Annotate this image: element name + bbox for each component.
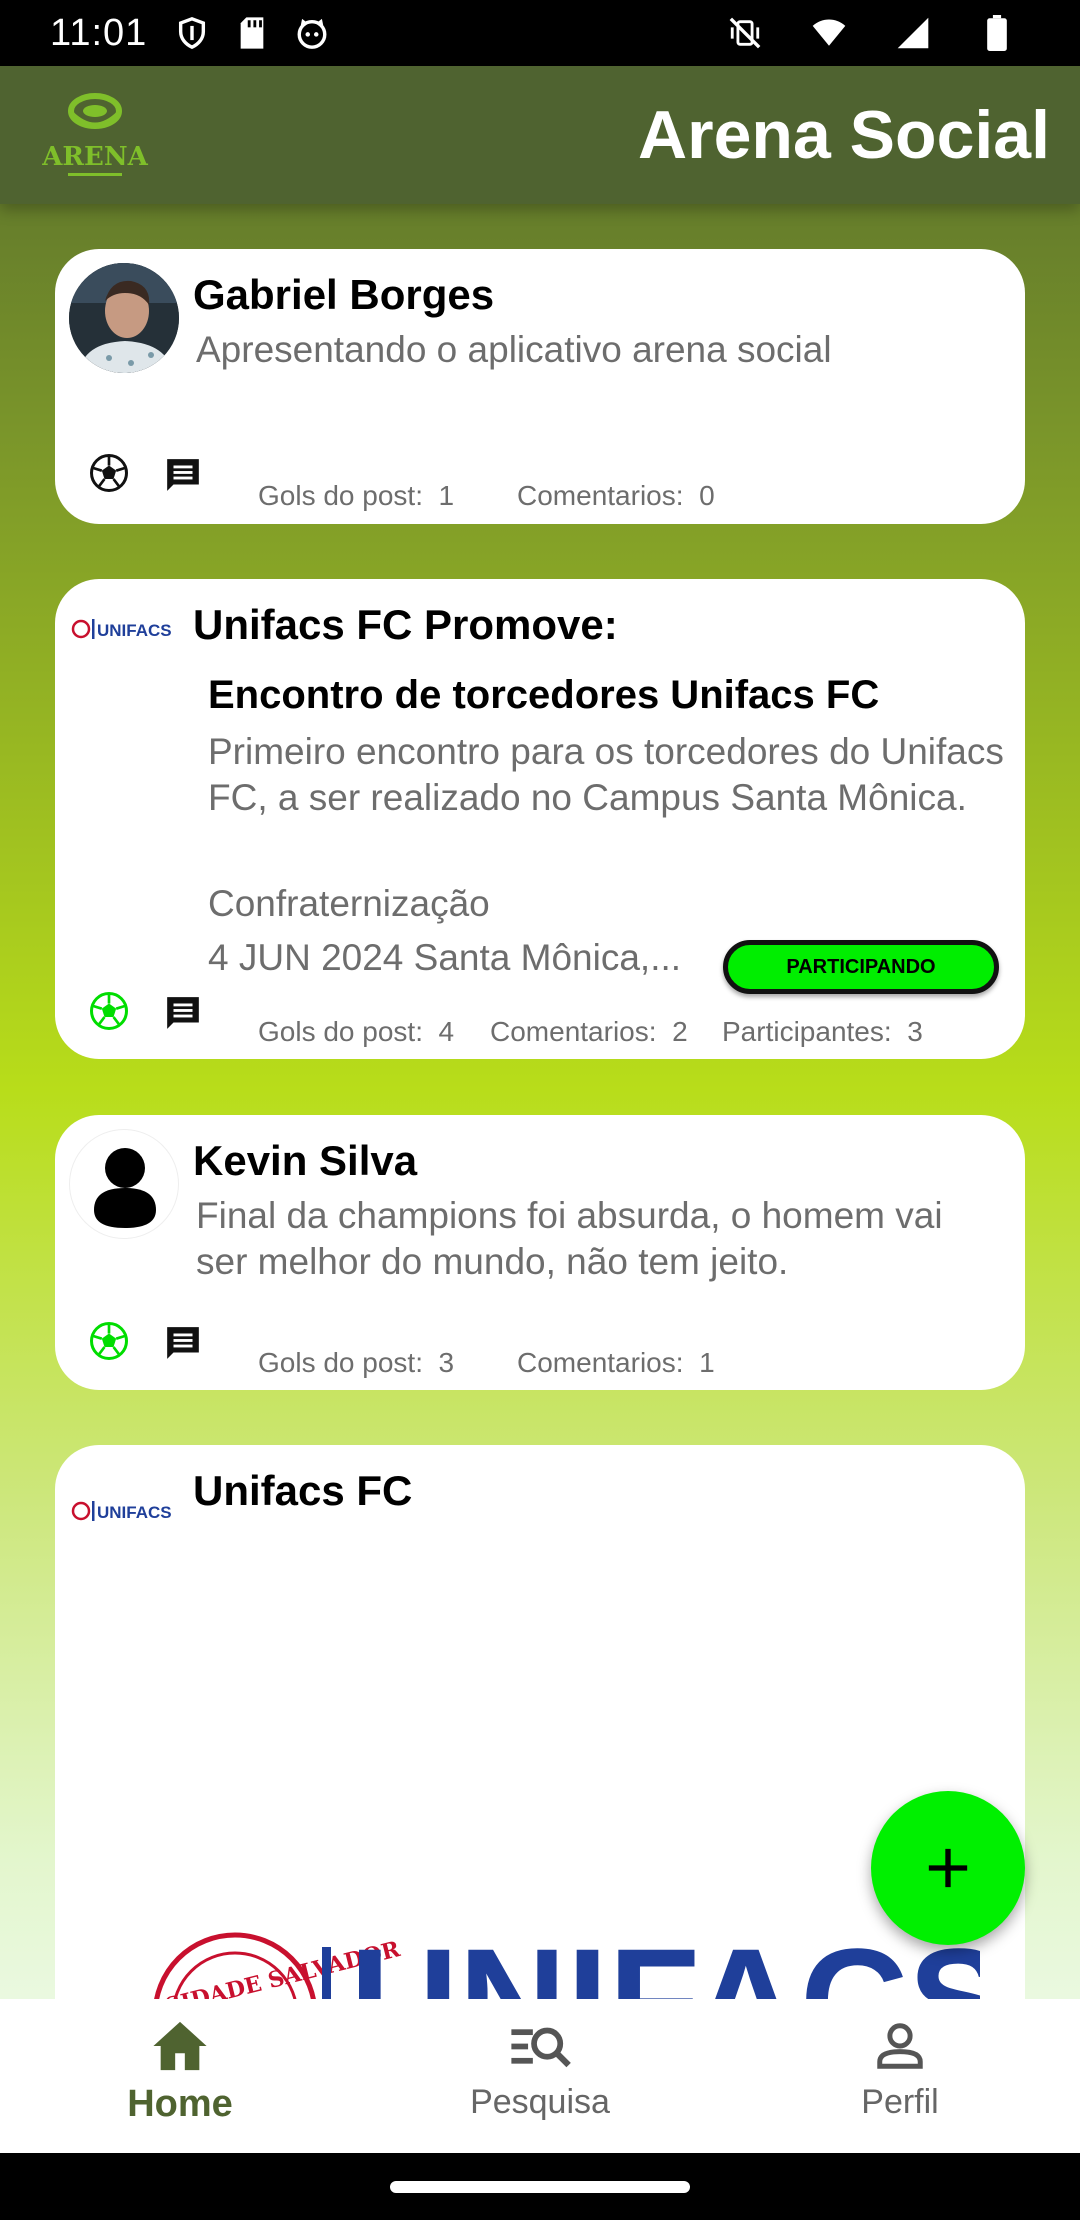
svg-text:ARENA: ARENA xyxy=(41,142,148,172)
comment-icon[interactable] xyxy=(161,991,205,1035)
goals-stat: Gols do post: 3 xyxy=(258,1347,455,1378)
battery-icon xyxy=(980,15,1014,51)
image-post-card[interactable]: UNIFACS Unifacs FC UNIVERSIDADE SALVADOR… xyxy=(55,1445,1025,2065)
soccer-ball-icon[interactable] xyxy=(87,451,131,495)
event-promoter[interactable]: Unifacs FC Promove: xyxy=(193,601,618,649)
comments-stat: Comentarios: 2 xyxy=(490,1016,688,1047)
unifacs-logo: UNIFACS xyxy=(71,1501,172,1522)
nav-label: Home xyxy=(127,2083,233,2125)
search-list-icon xyxy=(511,2027,571,2068)
nav-label: Perfil xyxy=(861,2083,939,2121)
bottom-nav: Home Pesquisa Perfil xyxy=(0,1999,1080,2153)
participate-button[interactable]: PARTICIPANDO xyxy=(723,940,999,994)
nav-label: Pesquisa xyxy=(470,2083,610,2121)
event-location: Santa Mônica,... xyxy=(413,937,682,978)
avatar[interactable] xyxy=(69,263,179,373)
status-time: 11:01 xyxy=(50,11,148,54)
post-text: Apresentando o aplicativo arena social xyxy=(196,329,832,370)
person-icon xyxy=(877,2023,923,2069)
comment-icon[interactable] xyxy=(161,453,205,497)
goals-stat: Gols do post: 4 xyxy=(258,1016,455,1047)
nav-item-home[interactable]: Home xyxy=(0,1999,360,2153)
app-bar: ARENA Arena Social xyxy=(0,66,1080,204)
post-text: Final da champions foi absurda, o homem … xyxy=(196,1195,943,1282)
post-author[interactable]: Gabriel Borges xyxy=(193,271,494,319)
post-author[interactable]: Unifacs FC xyxy=(193,1467,412,1515)
participants-stat: Participantes: 3 xyxy=(722,1016,923,1047)
event-date-location: 4 JUN 2024 Santa Mônica,... xyxy=(208,937,681,979)
home-icon xyxy=(153,2021,207,2071)
event-category: Confraternização xyxy=(208,883,490,924)
nav-item-perfil[interactable]: Perfil xyxy=(720,1999,1080,2153)
home-gesture-handle[interactable] xyxy=(390,2181,690,2193)
goals-stat: Gols do post: 1 xyxy=(258,480,455,511)
post-author[interactable]: Kevin Silva xyxy=(193,1137,417,1185)
post-card[interactable]: Kevin Silva Final da champions foi absur… xyxy=(55,1115,1025,1390)
vibrate-off-icon xyxy=(728,16,762,50)
comment-icon[interactable] xyxy=(161,1321,205,1365)
event-date: 4 JUN 2024 xyxy=(208,937,404,978)
event-title: Encontro de torcedores Unifacs FC xyxy=(208,673,880,717)
gesture-bar xyxy=(0,2153,1080,2220)
post-card[interactable]: Gabriel Borges Apresentando o aplicativo… xyxy=(55,249,1025,524)
comments-stat: Comentarios: 0 xyxy=(517,480,715,511)
event-post-card[interactable]: UNIFACS Unifacs FC Promove: Encontro de … xyxy=(55,579,1025,1059)
plus-icon xyxy=(928,1848,968,1888)
app-title: Arena Social xyxy=(638,97,1050,173)
add-post-button[interactable] xyxy=(871,1791,1025,1945)
arena-logo: ARENA xyxy=(40,85,150,185)
unifacs-logo: UNIFACS xyxy=(71,619,172,640)
cat-face-icon xyxy=(295,16,329,50)
soccer-ball-icon[interactable] xyxy=(87,989,131,1033)
nav-item-pesquisa[interactable]: Pesquisa xyxy=(360,1999,720,2153)
svg-text:UNIFACS: UNIFACS xyxy=(97,621,172,640)
sd-card-icon xyxy=(235,16,269,50)
svg-text:UNIFACS: UNIFACS xyxy=(97,1503,172,1522)
status-bar: 11:01 xyxy=(0,0,1080,66)
app-screen: 11:01 ARENA Arena Social Gabriel Borges … xyxy=(0,0,1080,2220)
comments-stat: Comentarios: 1 xyxy=(517,1347,715,1378)
wifi-icon xyxy=(812,16,846,50)
signal-icon xyxy=(896,16,930,50)
soccer-ball-icon[interactable] xyxy=(87,1319,131,1363)
shield-icon xyxy=(175,16,209,50)
avatar[interactable] xyxy=(69,1129,179,1239)
event-description: Primeiro encontro para os torcedores do … xyxy=(208,731,1004,818)
